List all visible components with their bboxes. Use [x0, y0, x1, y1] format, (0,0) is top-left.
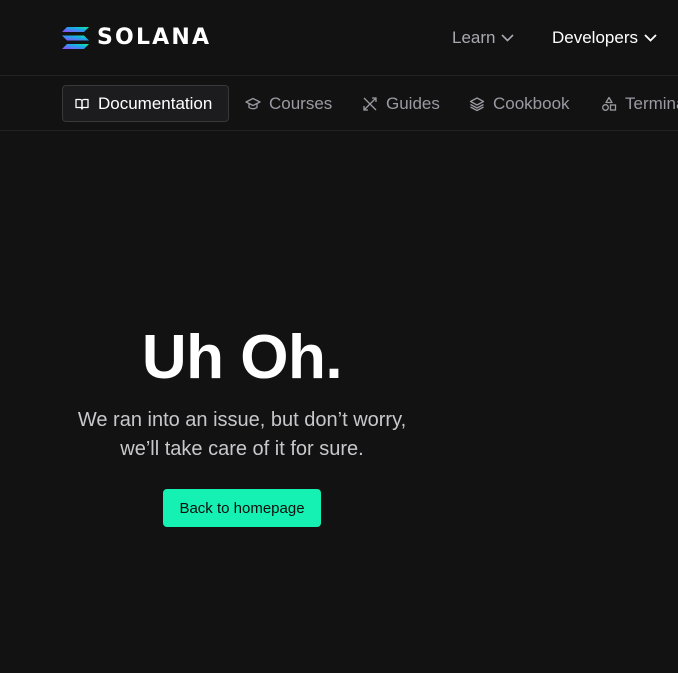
- book-icon: [75, 98, 89, 110]
- tab-guides-label: Guides: [386, 93, 440, 113]
- layers-icon: [469, 96, 485, 111]
- site-header: SOLANA Learn Developers: [0, 0, 678, 76]
- nav-learn-label: Learn: [452, 28, 496, 47]
- error-message-line-2: we’ll take care of it for sure.: [120, 438, 364, 460]
- solana-logo[interactable]: SOLANA: [62, 26, 211, 50]
- tab-courses[interactable]: Courses: [245, 85, 332, 122]
- docs-subnav: Documentation Courses Guides Cookbook Te…: [0, 77, 678, 131]
- tab-guides[interactable]: Guides: [362, 85, 440, 122]
- chevron-down-icon: [644, 34, 657, 42]
- tab-documentation-label: Documentation: [98, 93, 213, 113]
- shapes-icon: [602, 96, 617, 111]
- nav-learn[interactable]: Learn: [452, 26, 515, 50]
- graduation-cap-icon: [245, 97, 261, 109]
- tab-courses-label: Courses: [269, 93, 333, 113]
- error-message: We ran into an issue, but don’t worry, w…: [0, 406, 484, 464]
- error-title: Uh Oh.: [141, 323, 343, 392]
- tab-cookbook-label: Cookbook: [493, 93, 570, 113]
- nav-developers[interactable]: Developers: [552, 26, 657, 50]
- brand-name: SOLANA: [97, 25, 212, 50]
- nav-developers-label: Developers: [552, 28, 638, 47]
- tab-documentation[interactable]: Documentation: [62, 85, 229, 122]
- chevron-down-icon: [501, 34, 515, 42]
- tab-terminal-label: Terminal: [625, 93, 678, 113]
- tab-cookbook[interactable]: Cookbook: [469, 85, 570, 122]
- error-message-line-1: We ran into an issue, but don’t worry,: [77, 409, 407, 431]
- solana-logo-icon: [62, 27, 89, 49]
- back-to-homepage-button[interactable]: Back to homepage: [163, 489, 321, 527]
- tab-terminal[interactable]: Terminal: [601, 85, 678, 122]
- tools-icon: [363, 96, 377, 111]
